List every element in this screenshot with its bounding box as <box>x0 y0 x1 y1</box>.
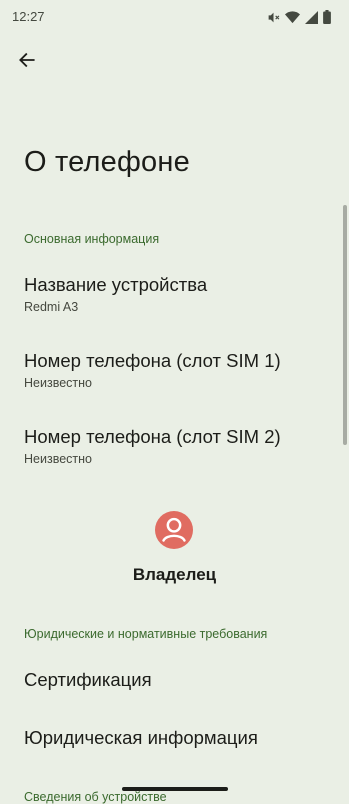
back-button[interactable] <box>10 44 44 76</box>
status-bar: 12:27 <box>0 0 349 34</box>
gesture-nav-handle[interactable] <box>122 787 228 791</box>
phone-number-sim1-item[interactable]: Номер телефона (слот SIM 1) Неизвестно <box>0 338 349 408</box>
account-circle-icon <box>155 511 193 549</box>
phone-number-sim2-item[interactable]: Номер телефона (слот SIM 2) Неизвестно <box>0 414 349 484</box>
device-name-title: Название устройства <box>24 274 208 295</box>
legal-info-item[interactable]: Юридическая информация <box>0 714 349 766</box>
device-name-summary: Redmi A3 <box>24 300 79 314</box>
arrow-back-icon <box>19 52 35 68</box>
certification-item[interactable]: Сертификация <box>0 656 349 708</box>
phone-number-sim2-title: Номер телефона (слот SIM 2) <box>24 426 281 447</box>
owner-item[interactable]: Владелец <box>0 505 349 590</box>
wifi-icon <box>285 10 300 23</box>
cellular-signal-icon <box>305 10 318 24</box>
status-time: 12:27 <box>12 9 45 24</box>
status-icons <box>267 10 331 24</box>
phone-number-sim1-title: Номер телефона (слот SIM 1) <box>24 350 281 371</box>
scrollbar[interactable] <box>343 205 347 445</box>
phone-number-sim2-summary: Неизвестно <box>24 452 92 466</box>
section-basic-info: Основная информация <box>24 232 160 246</box>
certification-title: Сертификация <box>24 669 152 690</box>
section-device-details: Сведения об устройстве <box>24 790 167 804</box>
section-legal: Юридические и нормативные требования <box>24 627 268 641</box>
device-name-item[interactable]: Название устройства Redmi A3 <box>0 262 349 332</box>
legal-info-title: Юридическая информация <box>24 727 258 748</box>
owner-label: Владелец <box>132 565 217 584</box>
mute-icon <box>268 12 280 22</box>
page-title: О телефоне <box>24 146 190 178</box>
battery-icon <box>323 10 331 24</box>
phone-number-sim1-summary: Неизвестно <box>24 376 92 390</box>
